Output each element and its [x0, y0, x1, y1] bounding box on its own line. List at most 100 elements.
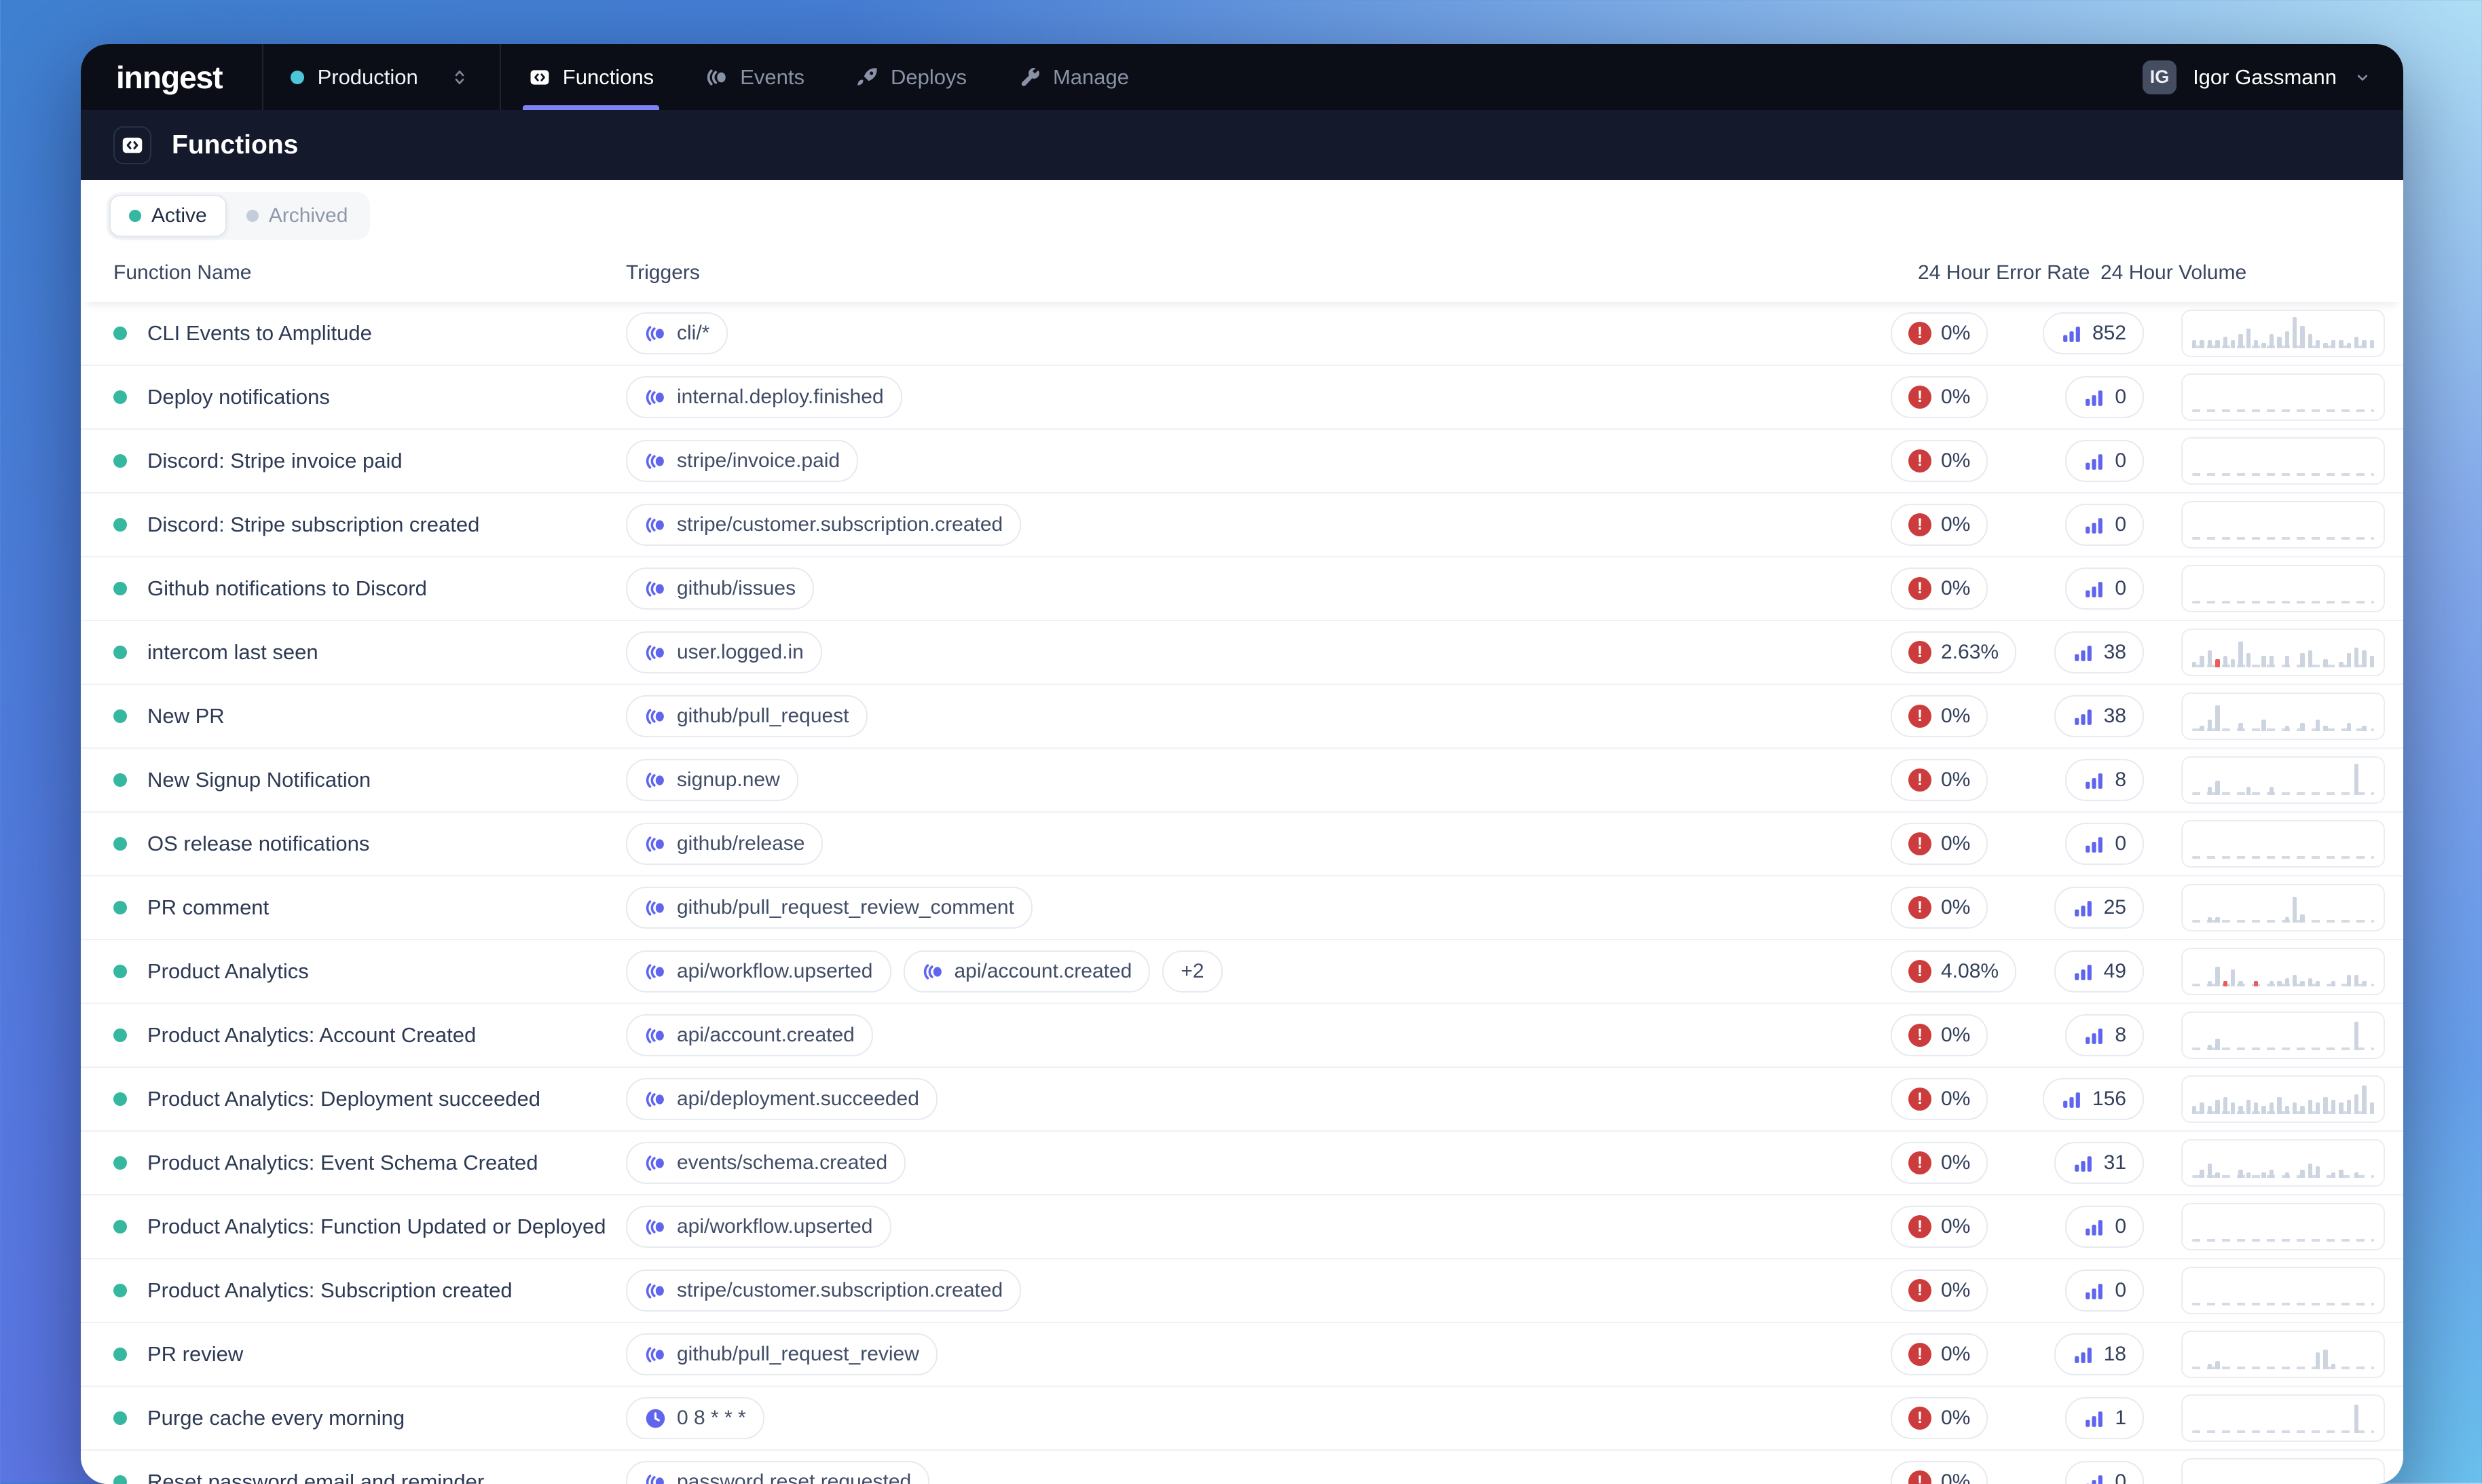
- volume-value: 852: [2092, 322, 2126, 345]
- function-row[interactable]: Product Analytics: Deployment succeeded …: [81, 1068, 2403, 1132]
- environment-switcher[interactable]: Production: [263, 44, 500, 110]
- volume-cell: 49: [2054, 950, 2144, 993]
- filter-archived[interactable]: Archived: [227, 195, 368, 237]
- sparkline-cell: [2162, 820, 2403, 868]
- volume-cell: 31: [2054, 1142, 2144, 1184]
- error-rate-cell: 0%: [1891, 568, 2054, 610]
- error-alert-icon: [1908, 705, 1931, 728]
- sparkline-cell: [2162, 310, 2403, 357]
- table-header-row: Function Name Triggers 24 Hour Error Rat…: [81, 244, 2403, 302]
- volume-sparkline: [2181, 1012, 2385, 1059]
- volume-sparkline: [2181, 692, 2385, 740]
- error-rate-cell: 0%: [1891, 376, 2054, 418]
- functions-table: Function Name Triggers 24 Hour Error Rat…: [81, 244, 2403, 1484]
- function-name: New PR: [147, 704, 225, 728]
- sparkline-cell: [2162, 1075, 2403, 1123]
- volume-pill: 156: [2043, 1078, 2144, 1120]
- event-trigger-badge: api/workflow.upserted: [626, 1206, 891, 1248]
- main-content: Active Archived Function Name Triggers 2…: [81, 180, 2403, 1484]
- function-row[interactable]: Product Analytics: Subscription created …: [81, 1259, 2403, 1323]
- error-alert-icon: [1908, 1407, 1931, 1430]
- function-row[interactable]: OS release notifications github/release …: [81, 813, 2403, 876]
- error-rate-cell: 0%: [1891, 440, 2054, 482]
- tab-functions[interactable]: Functions: [528, 44, 654, 110]
- volume-sparkline: [2181, 565, 2385, 612]
- table-body: CLI Events to Amplitude cli/* 0% 852 Dep…: [81, 302, 2403, 1484]
- volume-sparkline: [2181, 310, 2385, 357]
- function-name-cell: Product Analytics: [113, 959, 626, 984]
- error-rate-value: 0%: [1941, 1279, 1970, 1302]
- volume-sparkline: [2181, 948, 2385, 995]
- function-name-cell: Purge cache every morning: [113, 1406, 626, 1430]
- function-row[interactable]: Deploy notifications internal.deploy.fin…: [81, 366, 2403, 430]
- tab-label: Events: [740, 65, 804, 90]
- function-row[interactable]: Product Analytics: Event Schema Created …: [81, 1132, 2403, 1195]
- status-dot: [113, 518, 127, 532]
- tab-manage[interactable]: Manage: [1018, 44, 1129, 110]
- sparkline-cell: [2162, 501, 2403, 549]
- error-rate-pill: 0%: [1891, 1269, 1988, 1312]
- volume-value: 8: [2115, 768, 2126, 792]
- error-rate-cell: 0%: [1891, 1206, 2054, 1248]
- functions-icon: [528, 66, 551, 89]
- triggers-cell: api/deployment.succeeded: [626, 1078, 1891, 1120]
- sparkline-bars: [2192, 763, 2374, 795]
- error-rate-cell: 0%: [1891, 504, 2054, 546]
- error-alert-icon: [1908, 1470, 1931, 1484]
- tab-events[interactable]: Events: [705, 44, 804, 110]
- sparkline-cell: [2162, 1203, 2403, 1250]
- function-row[interactable]: Github notifications to Discord github/i…: [81, 557, 2403, 621]
- function-row[interactable]: PR review github/pull_request_review 0% …: [81, 1323, 2403, 1387]
- error-rate-cell: 0%: [1891, 759, 2054, 801]
- function-row[interactable]: Purge cache every morning 0 8 * * * 0% 1: [81, 1387, 2403, 1451]
- filter-active[interactable]: Active: [109, 195, 227, 237]
- event-trigger-badge: api/workflow.upserted: [626, 950, 891, 993]
- error-alert-icon: [1908, 513, 1931, 536]
- function-name: Product Analytics: [147, 959, 309, 984]
- error-rate-value: 2.63%: [1941, 641, 1999, 664]
- function-name-cell: Deploy notifications: [113, 385, 626, 409]
- volume-value: 31: [2104, 1151, 2126, 1174]
- header-triggers: Triggers: [626, 261, 1891, 284]
- function-row[interactable]: intercom last seen user.logged.in 2.63% …: [81, 621, 2403, 685]
- function-row[interactable]: New PR github/pull_request 0% 38: [81, 685, 2403, 749]
- volume-value: 0: [2115, 449, 2126, 472]
- volume-sparkline: [2181, 1331, 2385, 1378]
- error-alert-icon: [1908, 449, 1931, 472]
- sparkline-cell: [2162, 565, 2403, 612]
- function-name-cell: Product Analytics: Function Updated or D…: [113, 1214, 626, 1239]
- function-row[interactable]: Product Analytics: Function Updated or D…: [81, 1195, 2403, 1259]
- nav-spacer: [1129, 44, 2143, 110]
- error-rate-value: 0%: [1941, 1024, 1970, 1047]
- function-name-cell: Product Analytics: Subscription created: [113, 1278, 626, 1303]
- manage-icon: [1018, 66, 1041, 89]
- user-menu[interactable]: IG Igor Gassmann: [2143, 44, 2403, 110]
- error-alert-icon: [1908, 322, 1931, 345]
- error-rate-pill: 0%: [1891, 1461, 1988, 1484]
- triggers-cell: events/schema.created: [626, 1142, 1891, 1184]
- event-trigger-badge: api/account.created: [626, 1014, 873, 1056]
- event-trigger-badge: password.reset.requested: [626, 1461, 929, 1484]
- function-name-cell: PR review: [113, 1342, 626, 1367]
- functions-icon-button[interactable]: [113, 126, 151, 164]
- functions-icon: [120, 133, 145, 157]
- function-row[interactable]: Product Analytics: Account Created api/a…: [81, 1004, 2403, 1068]
- event-trigger-badge: github/pull_request_review: [626, 1333, 938, 1375]
- status-filter: Active Archived: [107, 192, 370, 240]
- function-row[interactable]: Reset password email and reminder passwo…: [81, 1451, 2403, 1484]
- function-row[interactable]: Discord: Stripe invoice paid stripe/invo…: [81, 430, 2403, 494]
- volume-cell: 0: [2065, 568, 2144, 610]
- error-rate-cell: 0%: [1891, 1014, 2054, 1056]
- function-row[interactable]: Discord: Stripe subscription created str…: [81, 494, 2403, 557]
- function-row[interactable]: Product Analytics api/workflow.upserteda…: [81, 940, 2403, 1004]
- sparkline-cell: [2162, 437, 2403, 485]
- tab-deploys[interactable]: Deploys: [856, 44, 967, 110]
- sparkline-bars: [2192, 380, 2374, 412]
- error-alert-icon: [1908, 768, 1931, 792]
- tab-label: Functions: [563, 65, 654, 90]
- function-row[interactable]: CLI Events to Amplitude cli/* 0% 852: [81, 302, 2403, 366]
- error-rate-pill: 0%: [1891, 823, 1988, 865]
- status-dot: [113, 327, 127, 340]
- function-row[interactable]: PR comment github/pull_request_review_co…: [81, 876, 2403, 940]
- function-row[interactable]: New Signup Notification signup.new 0% 8: [81, 749, 2403, 813]
